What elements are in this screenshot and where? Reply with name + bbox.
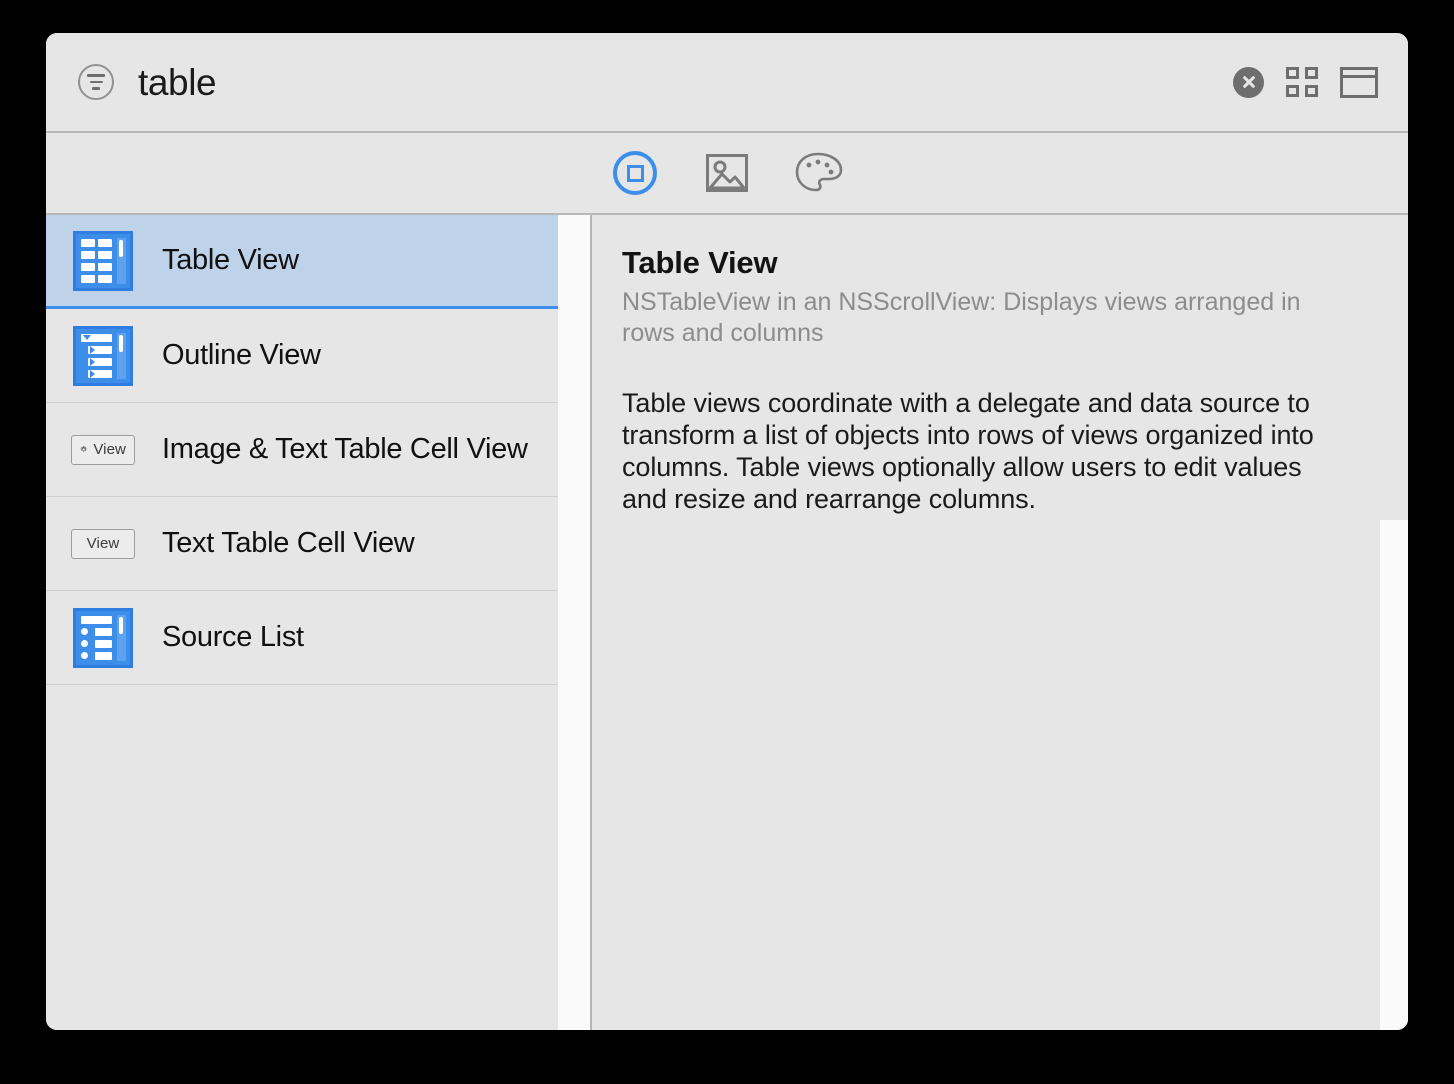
grid-cell-3 — [1286, 85, 1299, 97]
source-list-icon — [73, 607, 133, 668]
outline-view-scrollbar — [117, 332, 126, 379]
image-text-cell-thumb: View — [71, 434, 135, 465]
grid-icon[interactable] — [1286, 67, 1318, 97]
grid-cell-1 — [1286, 67, 1299, 79]
tab-media-library[interactable] — [699, 145, 755, 201]
sidebar-item-label: Source List — [162, 621, 304, 653]
table-view-icon — [73, 230, 133, 291]
sidebar-item-image-text-table-cell-view[interactable]: View Image & Text Table Cell View — [46, 403, 558, 497]
sidebar-item-label: Table View — [162, 244, 299, 276]
table-view-thumb — [72, 230, 134, 291]
detail-body: Table views coordinate with a delegate a… — [622, 388, 1314, 514]
media-library-icon — [706, 154, 748, 192]
tab-object-library[interactable] — [607, 145, 663, 201]
library-body: Table View Outline View View Image & Tex… — [46, 215, 1408, 1030]
detail-pane: Table View NSTableView in an NSScrollVie… — [592, 215, 1408, 1030]
outline-view-rows — [81, 333, 112, 378]
sidebar-item-text-table-cell-view[interactable]: View Text Table Cell View — [46, 497, 558, 591]
source-list-scrollbar — [117, 614, 126, 661]
sidebar-detail-divider[interactable] — [558, 215, 592, 1030]
object-square — [626, 164, 644, 182]
sidebar-item-label: Text Table Cell View — [162, 527, 415, 559]
sidebar-item-table-view[interactable]: Table View — [46, 215, 558, 309]
detail-subtitle: NSTableView in an NSScrollView: Displays… — [622, 288, 1301, 347]
grid-cell-2 — [1305, 67, 1318, 79]
list-layout-icon[interactable] — [1340, 66, 1378, 98]
filter-icon — [78, 64, 114, 100]
outline-view-icon — [73, 325, 133, 386]
titlebar-actions — [1233, 66, 1378, 98]
object-list: Table View Outline View View Image & Tex… — [46, 215, 558, 1030]
source-list-thumb — [72, 607, 134, 668]
sidebar-item-outline-view[interactable]: Outline View — [46, 309, 558, 403]
close-circle-icon[interactable] — [1233, 66, 1264, 98]
outline-view-thumb — [72, 325, 134, 386]
sidebar-item-source-list[interactable]: Source List — [46, 591, 558, 685]
sidebar-item-label: Outline View — [162, 339, 321, 371]
sidebar-item-label: Image & Text Table Cell View — [162, 433, 528, 465]
view-badge: View — [71, 528, 135, 559]
grid-cell-4 — [1305, 85, 1318, 97]
filter-line-3 — [92, 87, 100, 90]
view-badge-label: View — [93, 441, 126, 458]
tab-color-library[interactable] — [791, 145, 847, 201]
search-input[interactable]: table — [138, 64, 217, 101]
filter-line-1 — [87, 74, 105, 77]
object-library-icon — [613, 151, 657, 195]
table-view-scrollbar — [117, 237, 126, 284]
table-view-cells — [81, 238, 112, 283]
gear-view-badge: View — [71, 434, 135, 465]
color-palette-icon — [794, 151, 844, 195]
view-badge-label: View — [86, 535, 120, 552]
library-titlebar: table — [46, 33, 1408, 133]
detail-title: Table View — [622, 245, 778, 280]
object-library-window: table Table View Outline View View Image… — [46, 33, 1408, 1030]
gear-icon — [80, 446, 87, 452]
source-list-rows — [81, 615, 112, 660]
filter-line-2 — [89, 80, 103, 84]
detail-scrollbar[interactable] — [1380, 520, 1408, 1030]
library-tabstrip — [46, 133, 1408, 215]
text-cell-thumb: View — [71, 528, 135, 559]
